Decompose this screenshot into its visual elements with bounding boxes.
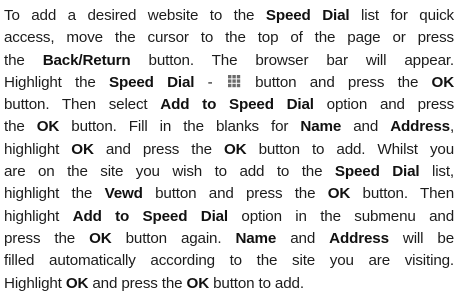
instruction-paragraph: To add a desired website to the Speed Di… [0, 0, 456, 305]
grid-cell [227, 79, 232, 83]
text-run: the [4, 118, 37, 136]
text-run: option in the submenu and [228, 207, 454, 225]
speed-dial-term: Speed Dial [108, 73, 195, 91]
text-line: Highlight OK and press the OK button to … [4, 274, 304, 292]
text-run: Highlight [4, 274, 66, 292]
text-run: highlight [4, 140, 72, 158]
text-line: To add a desired website to the Speed Di… [4, 7, 454, 24]
text-run: list, [419, 163, 454, 181]
text-run: will be [388, 229, 454, 247]
text-run: access, move the cursor to the top of th… [4, 29, 454, 47]
address-term: Address [390, 118, 450, 136]
text-run: Highlight the [4, 73, 109, 91]
ok-term: OK [71, 140, 94, 158]
text-line: highlight Add to Speed Dial option in th… [4, 206, 454, 228]
text-line: the OK button. Fill in the blanks for Na… [4, 118, 455, 136]
text-line: filled automatically according to the si… [4, 250, 454, 272]
grid-cell [236, 83, 241, 88]
text-run: button. Then select [4, 96, 161, 114]
grid-cell [232, 83, 236, 88]
text-run: filled automatically according to the si… [4, 252, 454, 270]
grid-cell [232, 74, 236, 79]
text-line: highlight the Vewd button and press the … [4, 185, 455, 203]
grid-cell [227, 74, 232, 79]
text-run: highlight the [4, 185, 105, 203]
ok-term: OK [186, 274, 210, 292]
grid-cell [227, 83, 232, 88]
ok-term: OK [327, 185, 351, 203]
ok-term: OK [65, 274, 89, 292]
grid-cell [236, 74, 241, 79]
text-run: the [4, 51, 43, 69]
text-run: button. The browser bar will appear. [130, 51, 455, 69]
text-run: list for quick [349, 7, 454, 24]
text-run: press the [4, 229, 90, 247]
ok-term: OK [224, 140, 247, 158]
name-term: Name [300, 118, 342, 136]
text-line: press the OK button again. Name and Addr… [4, 229, 454, 247]
text-line: the Back/Return button. The browser bar … [4, 50, 454, 72]
vewd-term: Vewd [104, 185, 143, 203]
speed-dial-term: Speed Dial [334, 163, 420, 181]
address-term: Address [329, 229, 389, 247]
text-run: , [449, 118, 455, 136]
ok-term: OK [431, 73, 455, 91]
speed-dial-term: Speed Dial [265, 7, 350, 24]
text-line: Highlight the Speed Dial - button and pr… [4, 73, 455, 91]
speed-dial-grid-icon [227, 74, 241, 88]
text-run: option and press [313, 96, 455, 114]
grid-cell [232, 79, 236, 83]
ok-term: OK [89, 229, 112, 247]
add-to-speed-dial-term: Add to Speed Dial [160, 96, 314, 114]
text-line: button. Then select Add to Speed Dial op… [4, 94, 454, 116]
text-line: access, move the cursor to the top of th… [4, 27, 454, 49]
text-run: button. Then [350, 185, 455, 203]
name-term: Name [235, 229, 277, 247]
text-line: highlight OK and press the OK button to … [4, 140, 455, 158]
add-to-speed-dial-term: Add to Speed Dial [72, 207, 229, 225]
text-run: are on the site you wish to add to the [4, 163, 335, 181]
text-line: are on the site you wish to add to the S… [4, 161, 454, 183]
text-run: highlight [4, 207, 73, 225]
grid-cell [236, 79, 241, 83]
back-return-term: Back/Return [42, 51, 131, 69]
ok-term: OK [36, 118, 60, 136]
text-run: button to add. Whilst you [246, 140, 455, 158]
